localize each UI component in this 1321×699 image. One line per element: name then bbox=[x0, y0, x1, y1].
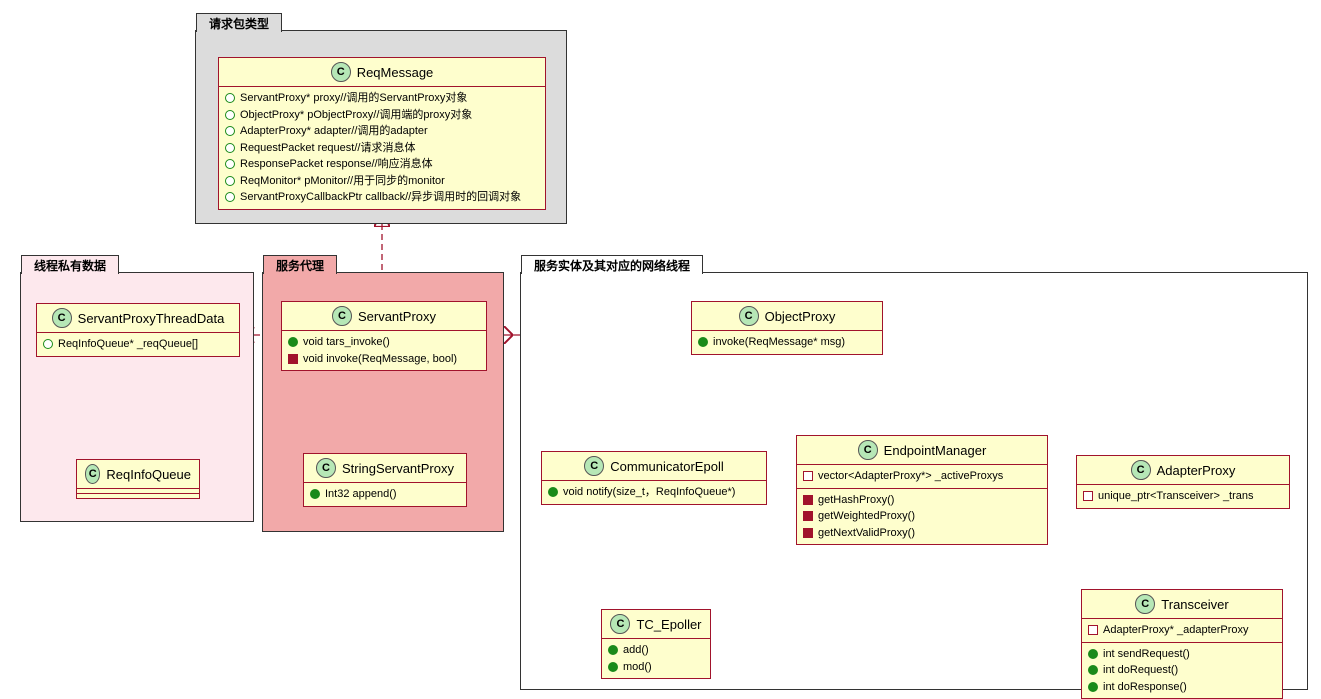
class-servantproxy: CServantProxy void tars_invoke() void in… bbox=[281, 301, 487, 371]
class-icon: C bbox=[332, 306, 352, 326]
uml-diagram: 请求包类型 CReqMessage ServantProxy* proxy//调… bbox=[0, 0, 1321, 691]
class-icon: C bbox=[331, 62, 351, 82]
class-icon: C bbox=[85, 464, 100, 484]
class-icon: C bbox=[610, 614, 630, 634]
class-icon: C bbox=[858, 440, 878, 460]
class-icon: C bbox=[584, 456, 604, 476]
package-tab: 服务实体及其对应的网络线程 bbox=[521, 255, 703, 274]
class-tc-epoller: CTC_Epoller add() mod() bbox=[601, 609, 711, 679]
package-tab: 线程私有数据 bbox=[21, 255, 119, 274]
package-entity: 服务实体及其对应的网络线程 CObjectProxy invoke(ReqMes… bbox=[520, 272, 1308, 690]
class-icon: C bbox=[1131, 460, 1151, 480]
package-tab: 服务代理 bbox=[263, 255, 337, 274]
class-adapterproxy: CAdapterProxy unique_ptr<Transceiver> _t… bbox=[1076, 455, 1290, 509]
class-icon: C bbox=[1135, 594, 1155, 614]
class-icon: C bbox=[52, 308, 72, 328]
class-reqmessage: CReqMessage ServantProxy* proxy//调用的Serv… bbox=[218, 57, 546, 210]
class-icon: C bbox=[739, 306, 759, 326]
class-stringservantproxy: CStringServantProxy Int32 append() bbox=[303, 453, 467, 507]
class-reqinfoqueue: CReqInfoQueue bbox=[76, 459, 200, 499]
class-communicatorepoll: CCommunicatorEpoll void notify(size_t，Re… bbox=[541, 451, 767, 505]
class-icon: C bbox=[316, 458, 336, 478]
class-servantproxythreaddata: CServantProxyThreadData ReqInfoQueue* _r… bbox=[36, 303, 240, 357]
package-tab: 请求包类型 bbox=[196, 13, 282, 32]
class-endpointmanager: CEndpointManager vector<AdapterProxy*> _… bbox=[796, 435, 1048, 545]
package-thread-data: 线程私有数据 CServantProxyThreadData ReqInfoQu… bbox=[20, 272, 254, 522]
class-transceiver: CTransceiver AdapterProxy* _adapterProxy… bbox=[1081, 589, 1283, 699]
package-request-type: 请求包类型 CReqMessage ServantProxy* proxy//调… bbox=[195, 30, 567, 224]
class-objectproxy: CObjectProxy invoke(ReqMessage* msg) bbox=[691, 301, 883, 355]
package-servant-proxy: 服务代理 CServantProxy void tars_invoke() vo… bbox=[262, 272, 504, 532]
